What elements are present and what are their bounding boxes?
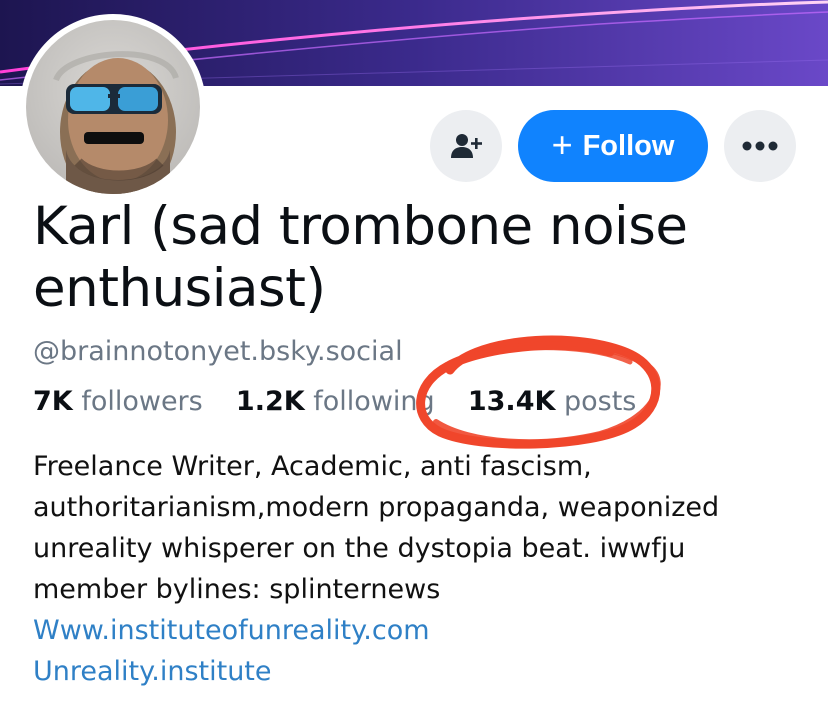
display-name: Karl (sad trombone noise enthusiast) [33,196,688,319]
following-count: 1.2K [235,386,305,417]
followers-link[interactable]: 7K followers [33,386,211,417]
avatar[interactable] [26,20,200,194]
bio-line: authoritarianism,modern propaganda, weap… [33,492,720,523]
posts-count: 13.4K [467,386,556,417]
followers-label: followers [81,386,203,417]
follow-button[interactable]: + Follow [518,110,708,182]
profile-stats: 7K followers 1.2K following 13.4K posts [33,386,636,417]
posts-stat: 13.4K posts [468,386,637,417]
profile-bio: Freelance Writer, Academic, anti fascism… [33,446,813,692]
bio-line: unreality whisperer on the dystopia beat… [33,533,686,564]
bio-line: member bylines: splinternews [33,574,441,605]
posts-label: posts [564,386,637,417]
bio-link-website[interactable]: Www.instituteofunreality.com [33,610,813,651]
profile-handle: @brainnotonyet.bsky.social [33,336,403,367]
plus-icon: + [551,123,573,165]
bio-line: Freelance Writer, Academic, anti fascism… [33,451,592,482]
following-label: following [313,386,435,417]
bio-link-institute[interactable]: Unreality.institute [33,651,813,692]
more-options-button[interactable] [724,110,796,182]
follow-button-label: Follow [582,129,675,162]
followers-count: 7K [33,386,73,417]
following-link[interactable]: 1.2K following [236,386,443,417]
add-user-button[interactable] [430,110,502,182]
ellipsis-icon [742,141,778,151]
person-plus-icon [451,134,482,158]
avatar-photo [53,51,179,194]
